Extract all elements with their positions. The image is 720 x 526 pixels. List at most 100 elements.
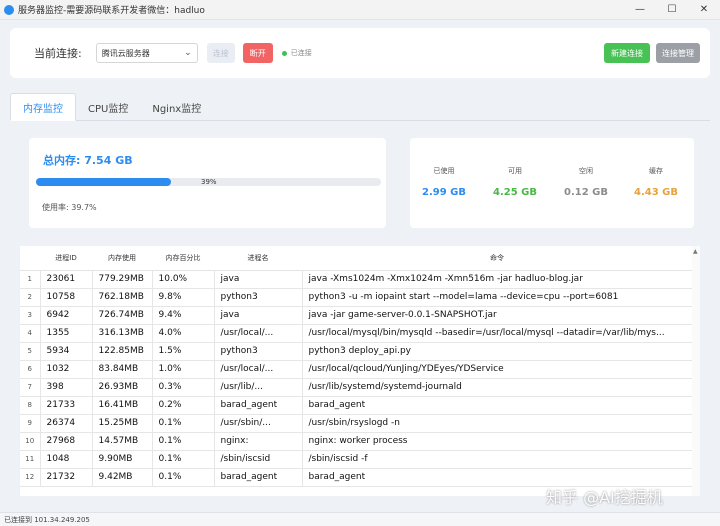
connect-button[interactable]: 连接 (206, 43, 235, 63)
cell-pid: 21732 (39, 467, 93, 487)
cell-process-name: java (213, 305, 303, 325)
cell-pid: 21733 (39, 395, 93, 415)
cell-command: java -Xms1024m -Xmx1024m -Xmn516m -jar h… (301, 269, 693, 289)
row-index: 6 (20, 359, 41, 379)
app-icon (4, 4, 14, 15)
table-row[interactable]: 7 398 26.93MB 0.3%/usr/lib/.../usr/lib/syst… (20, 377, 693, 397)
cell-pid: 1032 (39, 359, 93, 379)
cell-percent: 4.0% (151, 323, 215, 343)
row-index: 4 (20, 323, 41, 343)
cell-pid: 10758 (39, 287, 93, 307)
server-select[interactable]: 腾讯云服务器 ⌄ (95, 43, 198, 63)
cell-percent: 0.2% (151, 395, 215, 415)
scroll-up-icon[interactable]: ▲ (693, 248, 698, 255)
cell-memory: 14.57MB (91, 431, 153, 451)
cell-command: /usr/lib/systemd/systemd-journald (301, 377, 693, 397)
cell-command: /usr/local/mysql/bin/mysqld --basedir=/u… (301, 323, 693, 343)
cell-percent: 9.4% (151, 305, 215, 325)
cell-pid: 27968 (39, 431, 93, 451)
cell-process-name: nginx: (213, 431, 303, 451)
cell-memory: 316.13MB (91, 323, 153, 343)
stat-available-value: 4.25 GB (493, 187, 537, 198)
header-memory-percent[interactable]: 内存百分比 (152, 246, 214, 271)
cell-pid: 1355 (39, 323, 93, 343)
cell-pid: 23061 (39, 269, 93, 289)
cell-command: java -jar game-server-0.0.1-SNAPSHOT.jar (301, 305, 693, 325)
table-row[interactable]: 10 27968 14.57MB 0.1% nginx: nginx: worker pr… (20, 431, 693, 451)
cell-pid: 6942 (39, 305, 93, 325)
tab-cpu[interactable]: CPU监控 (76, 93, 140, 121)
server-select-value: 腾讯云服务器 (101, 48, 150, 58)
table-row[interactable]: 3 6942 726.74MB 9.4% java java -jar game-serv… (20, 305, 693, 325)
cell-process-name: barad_agent (213, 467, 303, 487)
cell-process-name: /usr/sbin/... (213, 413, 303, 433)
cell-memory: 779.29MB (91, 269, 153, 289)
maximize-icon[interactable]: ☐ (656, 0, 688, 20)
close-icon[interactable]: ✕ (688, 0, 720, 20)
cell-memory: 122.85MB (91, 341, 153, 361)
header-memory-usage[interactable]: 内存使用 (92, 246, 152, 271)
cell-percent: 0.3% (151, 377, 215, 397)
row-index: 2 (20, 287, 41, 307)
connection-status: 已连接 (290, 49, 312, 57)
new-connection-button[interactable]: 新建连接 (604, 43, 650, 63)
memory-summary-card: 总内存: 7.54 GB 39% 使用率: 39.7% (29, 138, 386, 228)
stat-free-value: 0.12 GB (564, 187, 608, 198)
header-command[interactable]: 命令 (302, 246, 692, 271)
row-index: 3 (20, 305, 41, 325)
total-memory-title: 总内存: 7.54 GB (43, 154, 133, 167)
header-process-name[interactable]: 进程名 (214, 246, 302, 271)
window-controls: — ☐ ✕ (624, 0, 720, 20)
tab-nginx[interactable]: Nginx监控 (140, 93, 213, 121)
process-table: 进程ID 内存使用 内存百分比 进程名 命令 1 23061 779.29MB 10.… (20, 246, 700, 496)
manage-connections-button[interactable]: 连接管理 (656, 43, 700, 63)
row-index: 10 (20, 431, 41, 451)
cell-memory: 16.41MB (91, 395, 153, 415)
table-header-row: 进程ID 内存使用 内存百分比 进程名 命令 (20, 246, 692, 271)
cell-command: nginx: worker process (301, 431, 693, 451)
table-row[interactable]: 6 1032 83.84MB 1.0%/usr/local/.../usr/local… (20, 359, 693, 379)
cell-percent: 0.1% (151, 467, 215, 487)
table-row[interactable]: 4 1355 316.13MB 4.0%/usr/local/.../usr/loca… (20, 323, 693, 343)
cell-process-name: /usr/local/... (213, 323, 303, 343)
cell-percent: 0.1% (151, 413, 215, 433)
minimize-icon[interactable]: — (624, 0, 656, 20)
table-scrollbar[interactable]: ▲ (692, 246, 700, 496)
cell-command: /usr/local/qcloud/YunJing/YDEyes/YDServi… (301, 359, 693, 379)
table-row[interactable]: 2 10758 762.18MB 9.8% python3 python3 -u -m i… (20, 287, 693, 307)
cell-pid: 5934 (39, 341, 93, 361)
window-title: 服务器监控-需要源码联系开发者微信：hadluo (18, 6, 205, 16)
memory-usage-rate: 使用率: 39.7% (42, 203, 97, 212)
cell-process-name: python3 (213, 341, 303, 361)
cell-percent: 0.1% (151, 431, 215, 451)
cell-percent: 1.0% (151, 359, 215, 379)
table-row[interactable]: 5 5934 122.85MB 1.5% python3 python3 deploy_a… (20, 341, 693, 361)
stat-available-label: 可用 (508, 167, 522, 175)
table-row[interactable]: 8 21733 16.41MB 0.2% barad_agent barad_agent (20, 395, 693, 415)
cell-command: python3 deploy_api.py (301, 341, 693, 361)
cell-pid: 398 (39, 377, 93, 397)
connection-panel: 当前连接: 腾讯云服务器 ⌄ 连接 断开 已连接 新建连接 连接管理 (10, 28, 710, 78)
table-row[interactable]: 9 26374 15.25MB 0.1%/usr/sbin/.../usr/sbin/… (20, 413, 693, 433)
cell-percent: 10.0% (151, 269, 215, 289)
stat-free-label: 空闲 (579, 167, 593, 175)
header-pid[interactable]: 进程ID (40, 246, 92, 271)
cell-memory: 9.42MB (91, 467, 153, 487)
table-row[interactable]: 1 23061 779.29MB 10.0% java java -Xms1024m -X… (20, 269, 693, 289)
cell-command: /sbin/iscsid -f (301, 449, 693, 469)
row-index: 7 (20, 377, 41, 397)
cell-command: /usr/sbin/rsyslogd -n (301, 413, 693, 433)
memory-stats-card: 已使用 2.99 GB 可用 4.25 GB 空闲 0.12 GB 缓存 4.4… (410, 138, 694, 228)
row-index: 9 (20, 413, 41, 433)
cell-memory: 26.93MB (91, 377, 153, 397)
tab-memory[interactable]: 内存监控 (10, 93, 76, 121)
cell-process-name: java (213, 269, 303, 289)
memory-progress-fill (36, 178, 171, 186)
cell-process-name: python3 (213, 287, 303, 307)
memory-progress-label: 39% (201, 178, 217, 186)
disconnect-button[interactable]: 断开 (242, 43, 273, 63)
stat-cache-label: 缓存 (649, 167, 663, 175)
cell-memory: 762.18MB (91, 287, 153, 307)
table-row[interactable]: 11 1048 9.90MB 0.1%/sbin/iscsid/sbin/iscsid… (20, 449, 693, 469)
row-index: 12 (20, 467, 41, 487)
